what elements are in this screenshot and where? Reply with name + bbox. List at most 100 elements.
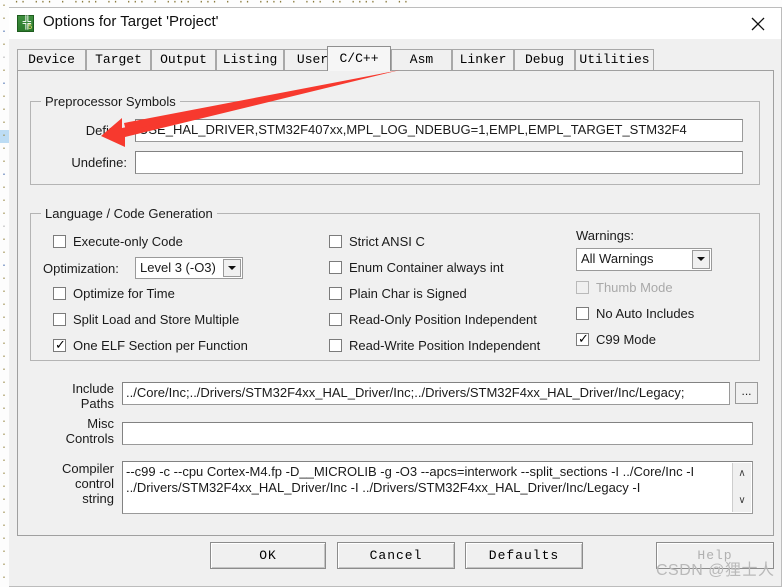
optimization-label: Optimization: bbox=[43, 261, 119, 276]
help-button: Help bbox=[656, 542, 774, 569]
checkbox-box bbox=[329, 313, 342, 326]
chevron-down-icon[interactable] bbox=[692, 250, 710, 269]
background-window-top-sliver: · ·· ··· · ···· ·· ··· · ···· ··· · ·· ·… bbox=[0, 0, 782, 7]
tab-strip: Device Target Output Listing User C/C++ Asm Lin… bbox=[17, 46, 774, 71]
language-code-generation-group: Language / Code Generation Execute-only … bbox=[30, 206, 760, 361]
checkbox-label: Read-Write Position Independent bbox=[349, 338, 541, 353]
background-code-line: ··· bbox=[1, 378, 9, 389]
background-code-line: ··· bbox=[1, 27, 9, 38]
background-code-line: ·· bbox=[1, 274, 9, 285]
define-input[interactable]: USE_HAL_DRIVER,STM32F407xx,MPL_LOG_NDEBU… bbox=[135, 119, 743, 142]
checkbox-box bbox=[329, 235, 342, 248]
chevron-down-icon[interactable] bbox=[223, 259, 241, 277]
optimization-value: Level 3 (-O3) bbox=[140, 260, 216, 275]
background-code-line: ·· bbox=[1, 118, 9, 129]
background-code-line: · bbox=[1, 326, 8, 337]
background-code-line: · bbox=[1, 482, 8, 493]
checkbox-label: Enum Container always int bbox=[349, 260, 504, 275]
compiler-string-scrollbar[interactable]: ∧ ∨ bbox=[732, 463, 751, 512]
checkbox-label: No Auto Includes bbox=[596, 306, 695, 321]
background-code-line: · bbox=[0, 130, 9, 143]
checkbox-label: Split Load and Store Multiple bbox=[73, 312, 240, 327]
background-code-line: ·· bbox=[1, 1, 9, 12]
tab-device[interactable]: Device bbox=[17, 49, 86, 70]
checkbox-label: Thumb Mode bbox=[596, 280, 673, 295]
screen-root: · ·· ··· · ···· ·· ··· · ···· ··· · ·· ·… bbox=[0, 0, 782, 587]
checkbox-box: ✓ bbox=[53, 337, 66, 352]
background-code-line: ··· bbox=[1, 261, 9, 272]
preprocessor-symbols-group: Preprocessor Symbols Define: USE_HAL_DRI… bbox=[30, 94, 760, 185]
options-dialog: ╬ 5 Options for Target 'Project' Device T… bbox=[9, 7, 782, 587]
background-code-line: ·· bbox=[1, 313, 9, 324]
warnings-select[interactable]: All Warnings bbox=[576, 248, 712, 271]
language-group-title: Language / Code Generation bbox=[41, 206, 217, 221]
background-code-line: ·· bbox=[1, 352, 9, 363]
background-code-line: · bbox=[1, 404, 8, 415]
warnings-label: Warnings: bbox=[576, 228, 635, 243]
background-code-line: · bbox=[1, 14, 8, 25]
checkbox-label: Plain Char is Signed bbox=[349, 286, 467, 301]
background-code-line: · bbox=[1, 365, 8, 376]
checkbox-box bbox=[329, 287, 342, 300]
background-code-line: ·· bbox=[1, 547, 9, 558]
background-code-line: ··· bbox=[1, 456, 9, 467]
undefine-input[interactable] bbox=[135, 151, 743, 174]
background-code-line: ·· bbox=[1, 391, 9, 402]
scroll-down-icon[interactable]: ∨ bbox=[733, 495, 751, 507]
include-paths-label: Include Paths bbox=[72, 381, 114, 411]
cancel-button[interactable]: Cancel bbox=[337, 542, 455, 569]
background-code-line: ·· bbox=[1, 40, 9, 51]
checkbox-box bbox=[53, 287, 66, 300]
checkbox-label: Read-Only Position Independent bbox=[349, 312, 537, 327]
background-code-line: · bbox=[1, 248, 8, 259]
define-label: Define: bbox=[85, 123, 127, 138]
background-code-line: ·· bbox=[1, 196, 9, 207]
checkbox-box bbox=[53, 313, 66, 326]
tab-c-c[interactable]: C/C++ bbox=[327, 46, 391, 71]
background-code-line: · bbox=[1, 53, 8, 64]
background-code-line: ··· bbox=[1, 222, 9, 233]
tab-listing[interactable]: Listing bbox=[216, 49, 284, 70]
background-code-line: · bbox=[1, 521, 8, 532]
tab-utilities[interactable]: Utilities bbox=[575, 49, 654, 70]
compiler-control-string-input[interactable]: --c99 -c --cpu Cortex-M4.fp -D__MICROLIB… bbox=[122, 461, 753, 514]
tab-target[interactable]: Target bbox=[86, 49, 151, 70]
defaults-button[interactable]: Defaults bbox=[465, 542, 583, 569]
background-code-line: ·· bbox=[1, 469, 9, 480]
checkbox-label: Strict ANSI C bbox=[349, 234, 425, 249]
checkbox-box bbox=[53, 235, 66, 248]
background-code-line: · bbox=[1, 170, 8, 181]
background-code-line: ·· bbox=[1, 79, 9, 90]
checkbox-label: One ELF Section per Function bbox=[73, 338, 248, 353]
dialog-title: Options for Target 'Project' bbox=[43, 13, 219, 30]
background-code-line: ··· bbox=[1, 105, 9, 116]
dialog-titlebar: ╬ 5 Options for Target 'Project' bbox=[9, 8, 781, 39]
preprocessor-group-title: Preprocessor Symbols bbox=[41, 94, 180, 109]
scroll-up-icon[interactable]: ∧ bbox=[733, 468, 751, 480]
background-code-line: · bbox=[1, 560, 8, 571]
background-code-line: ··· bbox=[1, 417, 9, 428]
checkbox-box bbox=[329, 261, 342, 274]
checkbox-box bbox=[576, 281, 589, 294]
cpp-tab-page: Preprocessor Symbols Define: USE_HAL_DRI… bbox=[17, 70, 774, 536]
tab-asm[interactable]: Asm bbox=[391, 49, 452, 70]
background-code-line: ··· bbox=[1, 144, 9, 155]
checkbox-label: C99 Mode bbox=[596, 332, 656, 347]
ok-button[interactable]: OK bbox=[210, 542, 326, 569]
background-code-line: ··· bbox=[1, 339, 9, 350]
include-paths-browse-button[interactable]: ... bbox=[735, 382, 758, 404]
misc-controls-label: Misc Controls bbox=[65, 416, 114, 446]
background-code-line: ··· bbox=[1, 300, 9, 311]
tab-output[interactable]: Output bbox=[151, 49, 216, 70]
tab-linker[interactable]: Linker bbox=[452, 49, 514, 70]
background-code-line: ··· bbox=[1, 534, 9, 545]
background-window-left-sliver: · · · · · · · · · · · · · · · · · · · · · · · · · · · · · · · · · · · · · · · ·… bbox=[0, 0, 9, 587]
include-paths-input[interactable]: ../Core/Inc;../Drivers/STM32F4xx_HAL_Dri… bbox=[122, 382, 730, 405]
dialog-button-bar: OK Cancel Defaults Help bbox=[9, 534, 781, 586]
close-icon[interactable] bbox=[735, 8, 781, 39]
background-code-line: ·· bbox=[1, 157, 9, 168]
tab-debug[interactable]: Debug bbox=[514, 49, 575, 70]
background-code-line: ·· bbox=[1, 508, 9, 519]
optimization-select[interactable]: Level 3 (-O3) bbox=[135, 257, 243, 279]
misc-controls-input[interactable] bbox=[122, 422, 753, 445]
